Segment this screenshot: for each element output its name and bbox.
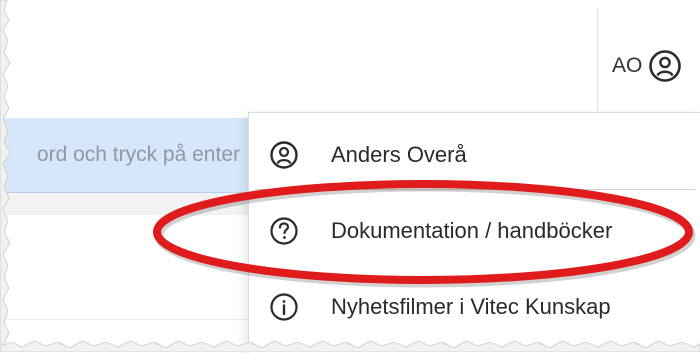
question-circle-icon (269, 216, 299, 246)
search-input[interactable] (0, 143, 250, 167)
menu-item-label: Anders Overå (331, 142, 467, 167)
torn-edge-bottom (0, 340, 700, 352)
user-menu-toggle[interactable]: AO (612, 48, 682, 84)
user-circle-icon (269, 140, 299, 170)
menu-item-label: Dokumentation / handböcker (331, 218, 613, 243)
user-initials: AO (612, 54, 643, 77)
top-header (0, 8, 700, 119)
content-area (0, 215, 250, 352)
search-bar (0, 118, 250, 193)
menu-item-documentation[interactable]: Dokumentation / handböcker (249, 193, 700, 269)
menu-item-news-videos[interactable]: Nyhetsfilmer i Vitec Kunskap (249, 269, 700, 345)
menu-separator (255, 189, 695, 190)
toolbar-strip (0, 193, 250, 215)
user-dropdown-menu: Anders Overå Dokumentation / handböcker … (248, 112, 700, 353)
user-circle-icon (648, 49, 682, 83)
torn-edge-left (0, 0, 11, 352)
menu-item-label: Nyhetsfilmer i Vitec Kunskap (331, 294, 611, 319)
divider (0, 319, 250, 320)
info-circle-icon (269, 292, 299, 322)
header-divider (597, 8, 598, 118)
menu-item-profile[interactable]: Anders Overå (249, 117, 700, 193)
